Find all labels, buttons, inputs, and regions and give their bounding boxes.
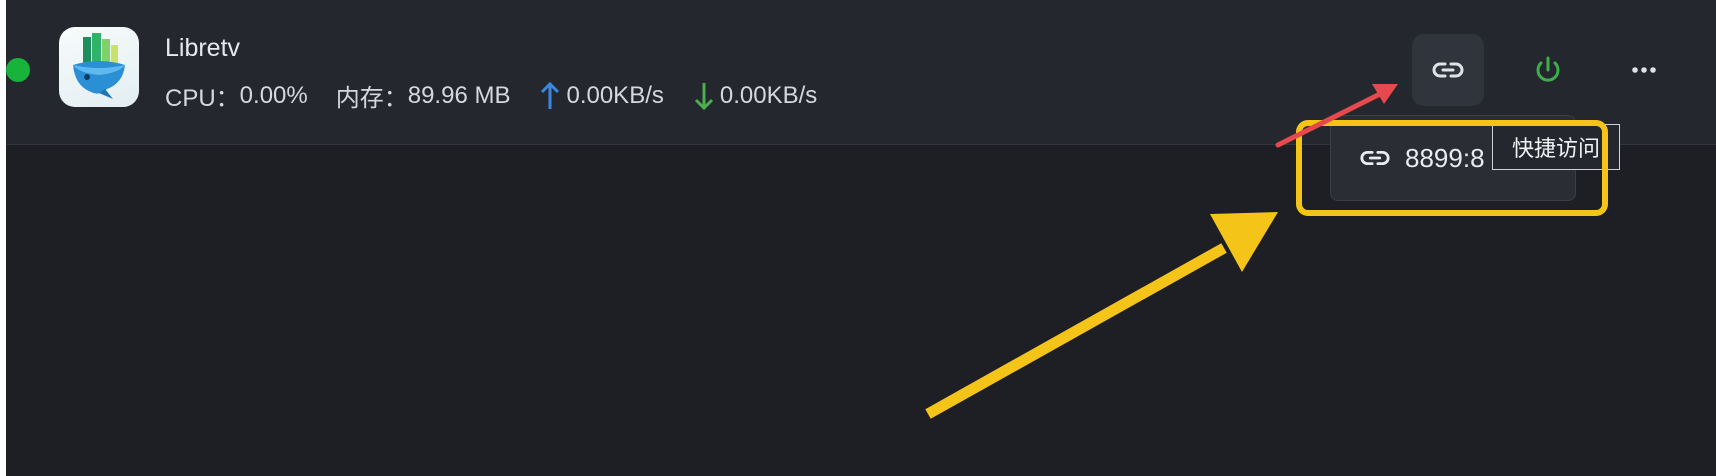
more-icon	[1632, 67, 1656, 73]
memory-value: 89.96 MB	[407, 81, 511, 109]
large-yellow-arrow	[925, 212, 1278, 419]
power-icon	[1536, 56, 1560, 82]
memory-label: 内存：	[335, 85, 408, 112]
power-button[interactable]	[1512, 34, 1584, 106]
cpu-label: CPU：	[165, 85, 240, 112]
app-name: Libretv	[165, 34, 241, 62]
cpu-value: 0.00%	[239, 81, 308, 109]
resource-stats: CPU： 0.00% 内存： 89.96 MB 0.00KB/s 0.00KB/…	[165, 78, 817, 113]
download-arrow-icon	[694, 82, 713, 110]
link-icon	[1432, 62, 1464, 78]
link-icon	[1360, 150, 1390, 166]
app-logo-icon	[59, 27, 139, 107]
download-speed: 0.00KB/s	[719, 81, 818, 109]
port-link-item[interactable]: 8899:8	[1359, 140, 1485, 176]
upload-arrow-icon	[541, 81, 560, 109]
quick-access-button[interactable]	[1412, 34, 1484, 106]
quick-access-tooltip: 快捷访问	[1492, 124, 1620, 170]
port-link-label: 8899:8	[1405, 142, 1485, 173]
status-indicator	[6, 58, 30, 82]
upload-speed: 0.00KB/s	[566, 81, 664, 109]
app-panel: Libretv CPU： 0.00% 内存： 89.96 MB 0.00KB/s…	[6, 0, 1716, 476]
more-button[interactable]	[1608, 34, 1680, 106]
